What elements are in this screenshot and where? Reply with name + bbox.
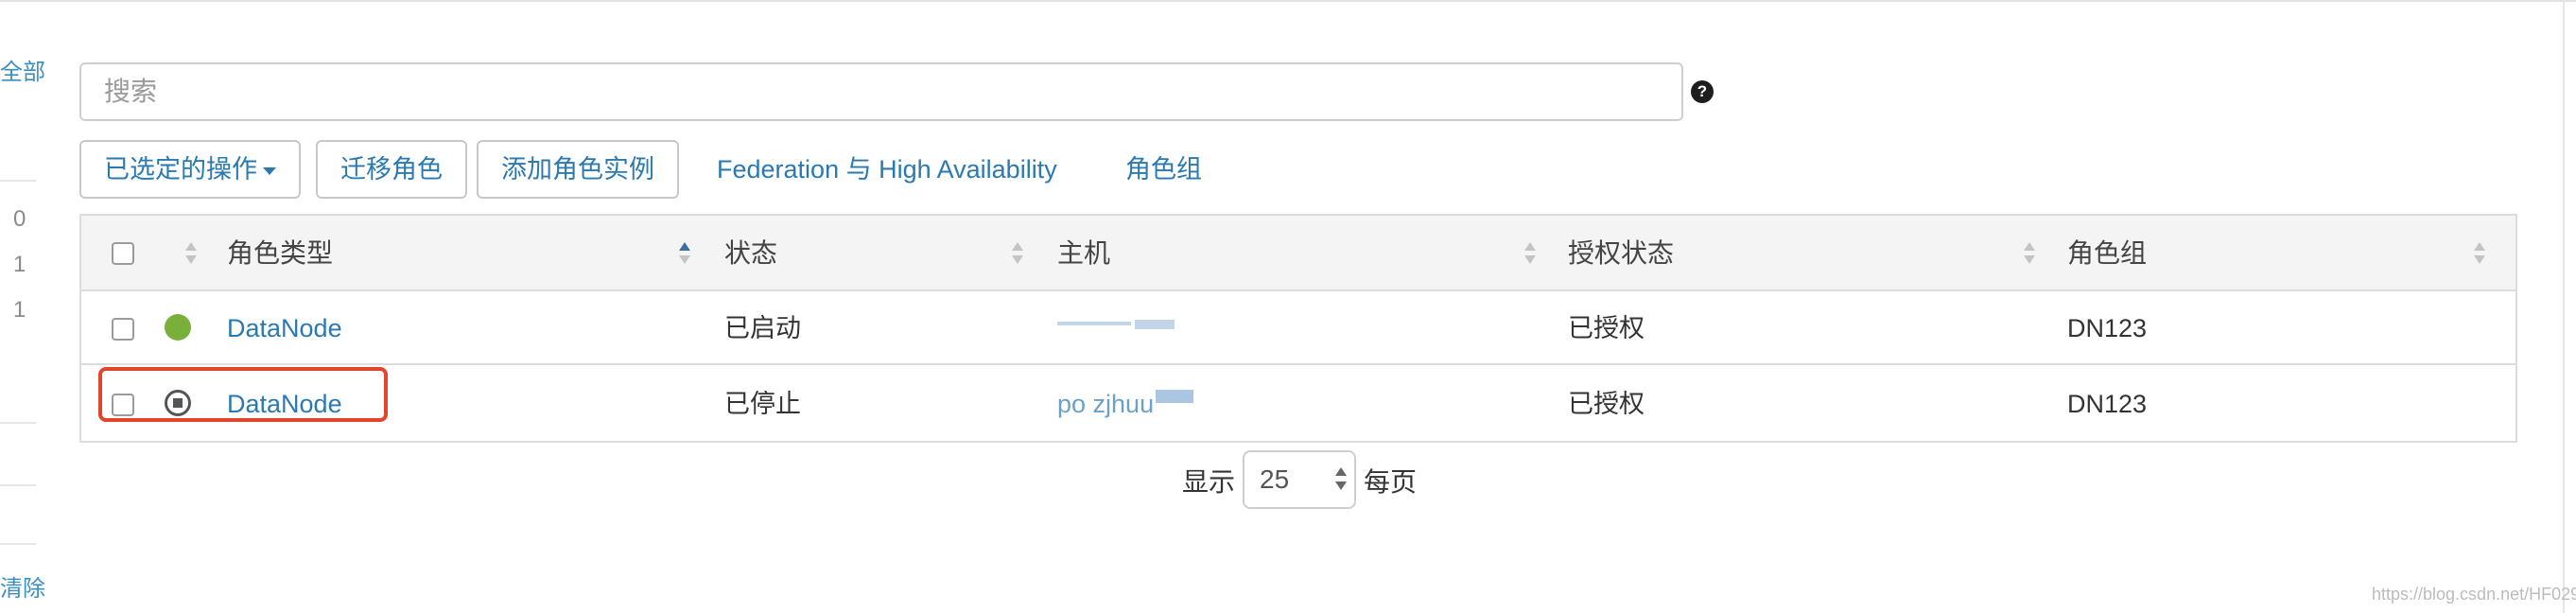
page-size-select[interactable]: 25 [1243,450,1356,509]
sort-icon[interactable] [1524,242,1536,265]
migrate-roles-button[interactable]: 迁移角色 [316,140,467,199]
table-row: DataNode 已停止 po zjhuu 已授权 DN123 [81,367,2515,441]
chevron-down-icon [1335,482,1347,490]
sidebar-count: 1 [13,297,26,323]
sidebar-count: 1 [13,252,26,277]
chevron-up-icon [1335,467,1347,476]
status-good-icon [165,314,191,341]
column-header-host[interactable]: 主机 [1057,216,1110,291]
role-type-link[interactable]: DataNode [227,291,342,365]
roles-table: 角色类型 状态 主机 授权状态 角色组 DataNode 已启动 已授权 DN1… [79,214,2517,443]
selected-actions-label: 已选定的操作 [104,155,257,184]
row-checkbox[interactable] [112,318,134,341]
role-group-cell: DN123 [2067,314,2148,342]
host-link[interactable]: po zjhuu [1057,367,1154,441]
sidebar-divider [0,543,36,545]
table-header: 角色类型 状态 主机 授权状态 角色组 [81,216,2515,291]
sidebar-count: 0 [13,206,26,232]
role-groups-link[interactable]: 角色组 [1125,140,1202,199]
add-role-instances-button[interactable]: 添加角色实例 [477,140,679,199]
sort-icon[interactable] [2474,242,2485,265]
search-input[interactable] [79,62,1683,121]
sort-icon[interactable] [185,242,197,265]
sidebar-divider [0,484,36,486]
sidebar-clear-link[interactable]: 清除 [0,569,45,603]
commission-state-cell: 已授权 [1568,314,1645,342]
commission-state-cell: 已授权 [1568,390,1645,418]
sort-icon[interactable] [1012,242,1023,265]
column-header-commission-state[interactable]: 授权状态 [1568,216,1674,291]
sidebar-divider [0,422,36,424]
top-divider [0,0,2576,2]
pagination-show-label: 显示 [1182,467,1236,497]
pagination-per-page-label: 每页 [1364,467,1418,497]
column-header-role-group[interactable]: 角色组 [2067,216,2147,291]
watermark: https://blog.csdn.net/HF0298 [2372,585,2576,604]
annotation-highlight-box [98,367,388,422]
redacted-host [1057,322,1131,325]
page-size-value: 25 [1260,464,1290,494]
help-icon[interactable]: ? [1691,80,1714,103]
redacted-host [1135,320,1175,329]
sort-asc-icon[interactable] [679,242,690,265]
federation-ha-link[interactable]: Federation 与 High Availability [717,140,1057,199]
table-row: DataNode 已启动 已授权 DN123 [81,291,2515,365]
sort-icon[interactable] [2024,242,2035,265]
select-all-checkbox[interactable] [112,242,134,265]
redacted-host [1156,390,1193,403]
selected-actions-dropdown[interactable]: 已选定的操作 [79,140,301,199]
status-cell: 已启动 [724,314,801,342]
caret-down-icon [263,166,276,175]
column-header-status[interactable]: 状态 [724,216,777,291]
column-header-role-type[interactable]: 角色类型 [227,216,333,291]
sidebar-show-all-link[interactable]: 全部 [0,53,45,86]
status-cell: 已停止 [724,390,801,418]
right-divider [2563,0,2565,613]
role-group-cell: DN123 [2067,390,2148,418]
sidebar-divider [0,180,36,182]
